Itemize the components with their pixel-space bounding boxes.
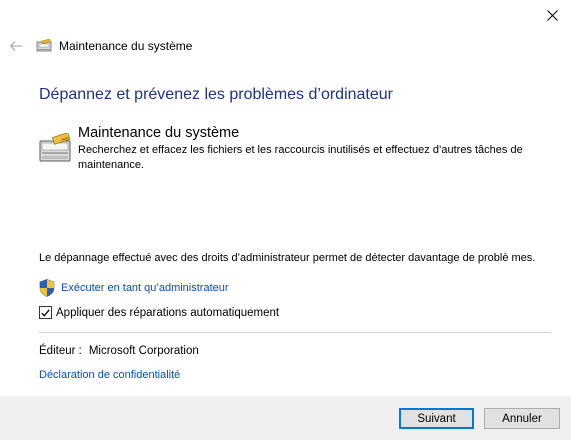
run-as-admin-label[interactable]: Exécuter en tant qu’administrateur [61, 282, 229, 294]
privacy-statement-link[interactable]: Déclaration de confidentialité [39, 365, 180, 383]
system-maintenance-icon [36, 39, 52, 52]
publisher-value: Microsoft Corporation [88, 345, 199, 357]
admin-note: Le dépannage effectué avec des droits d’… [39, 252, 536, 264]
back-button[interactable] [8, 38, 24, 54]
nav-title: Maintenance du système [59, 39, 193, 53]
item-text: Maintenance du système Recherchez et eff… [78, 125, 558, 173]
uac-shield-icon [39, 279, 55, 297]
page-heading: Dépannez et prévenez les problèmes d’ord… [39, 86, 393, 103]
troubleshooter-item: Maintenance du système Recherchez et eff… [39, 125, 559, 173]
run-as-admin-link[interactable]: Exécuter en tant qu’administrateur [39, 279, 229, 297]
next-button[interactable]: Suivant [399, 408, 474, 429]
divider [39, 332, 551, 333]
item-title: Maintenance du système [78, 125, 240, 141]
cancel-button[interactable]: Annuler [484, 408, 560, 429]
checkbox-box[interactable] [39, 306, 52, 319]
close-button[interactable] [537, 3, 567, 27]
system-maintenance-icon [39, 133, 71, 162]
item-description: Recherchez et effacez les fichiers et le… [78, 144, 523, 171]
privacy-link-label[interactable]: Déclaration de confidentialité [39, 369, 180, 381]
nav-bar: Maintenance du système [8, 36, 192, 56]
auto-repair-checkbox[interactable]: Appliquer des réparations automatiquemen… [39, 306, 279, 319]
publisher-label: Éditeur : [39, 345, 82, 357]
auto-repair-label: Appliquer des réparations automatiquemen… [56, 306, 280, 319]
close-icon [546, 9, 558, 21]
troubleshooter-window: Maintenance du système Dépannez et préve… [0, 0, 571, 440]
footer-bar: Suivant Annuler [0, 396, 571, 440]
checkmark-icon [41, 308, 50, 317]
publisher-info: Éditeur : Microsoft Corporation [39, 345, 199, 357]
back-arrow-icon [9, 41, 22, 51]
